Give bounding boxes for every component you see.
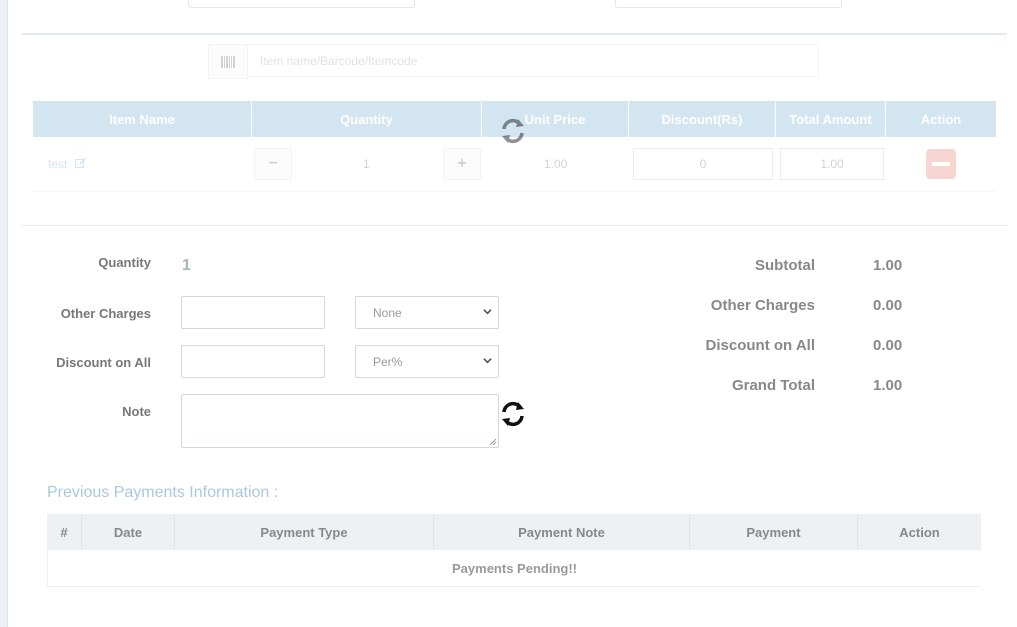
remove-icon	[932, 162, 950, 166]
other-charges-total-value: 0.00	[873, 297, 903, 314]
col-payment-action: Action	[899, 524, 940, 540]
refresh-icon	[502, 118, 524, 144]
discount-on-all-input[interactable]	[181, 345, 325, 378]
other-charges-total-label: Other Charges	[710, 297, 815, 314]
resize-handle-icon[interactable]	[489, 438, 497, 446]
unit-price-value: 1.00	[544, 157, 568, 171]
col-item-name: Item Name	[33, 101, 252, 137]
discount-type-select[interactable]: Per%	[355, 345, 499, 378]
quantity-minus-button[interactable]: −	[254, 148, 292, 180]
grand-total-value: 1.00	[873, 377, 903, 394]
top-field-left[interactable]	[188, 0, 415, 8]
grand-total-label: Grand Total	[731, 377, 815, 394]
refresh-icon	[502, 401, 524, 427]
item-search-input[interactable]: Item name/Barcode/Itemcode	[247, 44, 819, 77]
payments-table: # Date Payment Type Payment Note Payment…	[47, 514, 981, 587]
quantity-label: Quantity	[98, 255, 151, 270]
remove-item-button[interactable]	[926, 149, 956, 179]
col-discount: Discount(Rs)	[629, 101, 776, 137]
col-index: #	[47, 514, 82, 550]
discount-input[interactable]: 0	[633, 148, 773, 180]
barcode-icon	[208, 44, 248, 79]
item-search-group: Item name/Barcode/Itemcode	[208, 44, 820, 79]
total-amount-input: 1.00	[780, 148, 884, 180]
note-label: Note	[122, 404, 151, 419]
col-payment-note: Payment Note	[434, 514, 690, 550]
total-quantity-value: 1	[182, 257, 191, 274]
other-charges-type-select[interactable]: None	[355, 296, 499, 329]
payments-table-header: # Date Payment Type Payment Note Payment…	[47, 514, 981, 550]
edit-icon[interactable]	[75, 157, 87, 172]
col-total-amount: Total Amount	[776, 101, 886, 137]
col-payment: Payment	[690, 514, 858, 550]
payments-title: Previous Payments Information :	[47, 484, 279, 501]
discount-total-value: 0.00	[873, 337, 903, 354]
discount-type-value: Per%	[373, 354, 403, 369]
section-divider	[22, 33, 1007, 35]
payments-empty-row: Payments Pending!!	[47, 550, 981, 587]
subtotal-value: 1.00	[873, 257, 903, 274]
section-divider	[22, 225, 1007, 226]
discount-on-all-label: Discount on All	[56, 355, 151, 370]
quantity-plus-button[interactable]: +	[443, 148, 481, 180]
other-charges-label: Other Charges	[60, 306, 151, 321]
quantity-value[interactable]: 1	[363, 157, 370, 171]
other-charges-input[interactable]	[181, 296, 325, 329]
chevron-down-icon	[483, 358, 492, 364]
subtotal-label: Subtotal	[755, 257, 815, 274]
discount-total-label: Discount on All	[705, 337, 815, 354]
note-textarea[interactable]	[181, 394, 499, 448]
col-action: Action	[920, 111, 962, 127]
col-quantity: Quantity	[252, 101, 482, 137]
sidebar-edge	[0, 0, 8, 627]
chevron-down-icon	[483, 309, 492, 315]
other-charges-type-value: None	[373, 305, 402, 320]
items-table: Item Name Quantity Unit Price Discount(R…	[33, 101, 996, 192]
item-name-cell[interactable]: test	[48, 157, 67, 171]
col-payment-type: Payment Type	[175, 514, 434, 550]
col-date: Date	[82, 514, 175, 550]
top-field-right[interactable]	[615, 0, 842, 8]
